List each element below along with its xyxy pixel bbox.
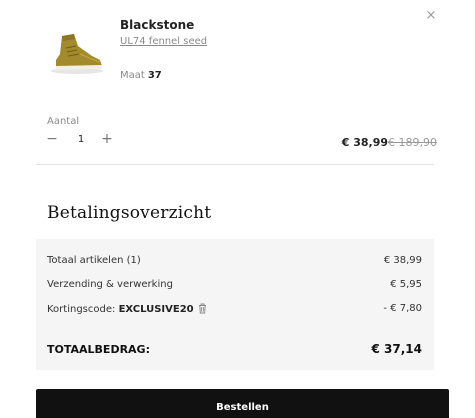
product-variant-link[interactable]: UL74 fennel seed — [120, 36, 207, 47]
quantity-label: Aantal — [47, 116, 80, 127]
discount-code: EXCLUSIVE20 — [118, 304, 194, 315]
summary-row-label: Verzending & verwerking — [47, 279, 173, 290]
item-original-price: € 189,90 — [388, 136, 437, 149]
order-button[interactable]: Bestellen — [36, 389, 449, 418]
plus-icon[interactable]: + — [100, 131, 114, 147]
total-value: € 37,14 — [371, 342, 422, 356]
size-value: 37 — [147, 70, 162, 81]
discount-label: Kortingscode: EXCLUSIVE20 — [47, 303, 207, 315]
minus-icon[interactable]: − — [45, 131, 59, 147]
size-info: Maat 37 — [120, 70, 162, 81]
product-image[interactable] — [48, 30, 106, 76]
discount-prefix: Kortingscode: — [47, 304, 119, 315]
summary-row-label: Totaal artikelen (1) — [47, 255, 141, 266]
close-icon[interactable]: × — [424, 9, 438, 23]
divider — [36, 164, 434, 165]
trash-icon[interactable] — [198, 303, 207, 314]
summary-title: Betalingsoverzicht — [47, 203, 212, 223]
quantity-value: 1 — [77, 134, 85, 145]
size-label: Maat — [120, 70, 145, 81]
summary-panel: Totaal artikelen (1) € 38,99 Verzending … — [36, 239, 434, 370]
product-name: Blackstone — [120, 18, 195, 32]
item-price: € 38,99 — [341, 136, 388, 149]
total-label: TOTAALBEDRAG: — [47, 343, 150, 356]
discount-value: - € 7,80 — [383, 303, 422, 314]
summary-row-value: € 5,95 — [390, 279, 422, 290]
summary-row-value: € 38,99 — [383, 255, 422, 266]
